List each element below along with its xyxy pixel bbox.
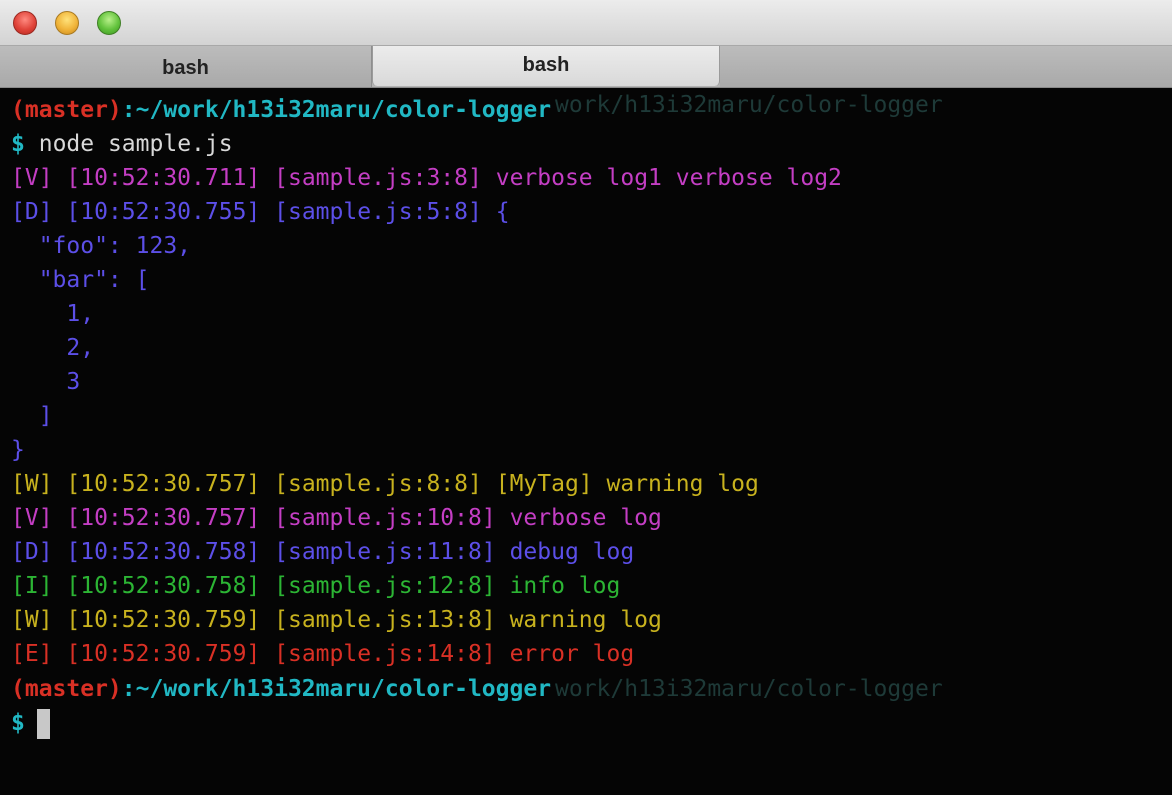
log-level: [V] [11, 165, 53, 191]
prompt-path: :~/work/h13i32maru/color-logger [121, 97, 552, 123]
log-message: error log [509, 641, 635, 667]
command-line: $ node sample.js [11, 127, 233, 161]
log-location: [sample.js:12:8] [274, 573, 496, 599]
tab-bash-1[interactable]: bash [0, 46, 372, 87]
command-text: node sample.js [38, 131, 233, 157]
log-time: [10:52:30.755] [66, 199, 261, 225]
terminal-output[interactable]: work/h13i32maru/color-logger (master):~/… [0, 88, 1172, 795]
log-time: [10:52:30.759] [66, 607, 261, 633]
log-level: [D] [11, 539, 53, 565]
prompt-line: (master):~/work/h13i32maru/color-logger [11, 93, 551, 127]
log-time: [10:52:30.757] [66, 505, 261, 531]
json-line: ] [11, 403, 53, 429]
log-location: [sample.js:11:8] [274, 539, 496, 565]
log-time: [10:52:30.759] [66, 641, 261, 667]
minimize-button[interactable] [55, 11, 79, 35]
json-line: "bar": [ [11, 267, 150, 293]
prompt-ghost-text: work/h13i32maru/color-logger [555, 92, 943, 118]
prompt-line: (master):~/work/h13i32maru/color-logger [11, 672, 551, 706]
log-level: [D] [11, 199, 53, 225]
close-button[interactable] [13, 11, 37, 35]
tab-bash-2[interactable]: bash [372, 46, 720, 86]
title-bar [0, 0, 1172, 46]
log-message: debug log [509, 539, 635, 565]
prompt-branch: (master) [11, 676, 122, 702]
log-time: [10:52:30.757] [66, 471, 261, 497]
zoom-button[interactable] [97, 11, 121, 35]
log-message: [MyTag] warning log [495, 471, 759, 497]
terminal-window: bash bash work/h13i32maru/color-logger (… [0, 0, 1172, 795]
log-level: [E] [11, 641, 53, 667]
prompt-symbol: $ [11, 131, 25, 157]
json-line: } [11, 437, 25, 463]
log-line-debug: [D] [10:52:30.755] [sample.js:5:8] { [11, 195, 510, 229]
log-message: verbose log1 verbose log2 [495, 165, 842, 191]
prompt-path: :~/work/h13i32maru/color-logger [121, 676, 552, 702]
log-location: [sample.js:5:8] [274, 199, 482, 225]
prompt-ghost-text: work/h13i32maru/color-logger [555, 676, 943, 702]
log-message: { [495, 199, 510, 225]
log-message: warning log [509, 607, 662, 633]
text-cursor [36, 708, 50, 739]
log-location: [sample.js:3:8] [274, 165, 482, 191]
log-time: [10:52:30.711] [66, 165, 261, 191]
prompt-branch: (master) [11, 97, 122, 123]
log-line-verbose: [V] [10:52:30.711] [sample.js:3:8] verbo… [11, 161, 842, 195]
json-line: 3 [11, 369, 81, 395]
log-location: [sample.js:13:8] [274, 607, 496, 633]
input-line[interactable]: $ [11, 706, 50, 740]
json-line: "foo": 123, [11, 233, 192, 259]
log-line-error: [E] [10:52:30.759] [sample.js:14:8] erro… [11, 637, 634, 671]
log-level: [W] [11, 607, 53, 633]
tab-bar-empty [720, 46, 1172, 87]
log-time: [10:52:30.758] [66, 573, 261, 599]
log-time: [10:52:30.758] [66, 539, 261, 565]
log-line-info: [I] [10:52:30.758] [sample.js:12:8] info… [11, 569, 620, 603]
prompt-symbol: $ [11, 710, 25, 736]
log-line-warning: [W] [10:52:30.757] [sample.js:8:8] [MyTa… [11, 467, 759, 501]
log-line-debug: [D] [10:52:30.758] [sample.js:11:8] debu… [11, 535, 634, 569]
log-message: info log [509, 573, 621, 599]
log-line-verbose: [V] [10:52:30.757] [sample.js:10:8] verb… [11, 501, 662, 535]
log-level: [I] [11, 573, 53, 599]
json-line: 2, [11, 335, 95, 361]
log-location: [sample.js:14:8] [274, 641, 496, 667]
tab-bar: bash bash [0, 46, 1172, 88]
log-level: [V] [11, 505, 53, 531]
log-line-warning: [W] [10:52:30.759] [sample.js:13:8] warn… [11, 603, 662, 637]
json-line: 1, [11, 301, 95, 327]
log-location: [sample.js:8:8] [274, 471, 482, 497]
log-location: [sample.js:10:8] [274, 505, 496, 531]
log-level: [W] [11, 471, 53, 497]
log-message: verbose log [509, 505, 662, 531]
